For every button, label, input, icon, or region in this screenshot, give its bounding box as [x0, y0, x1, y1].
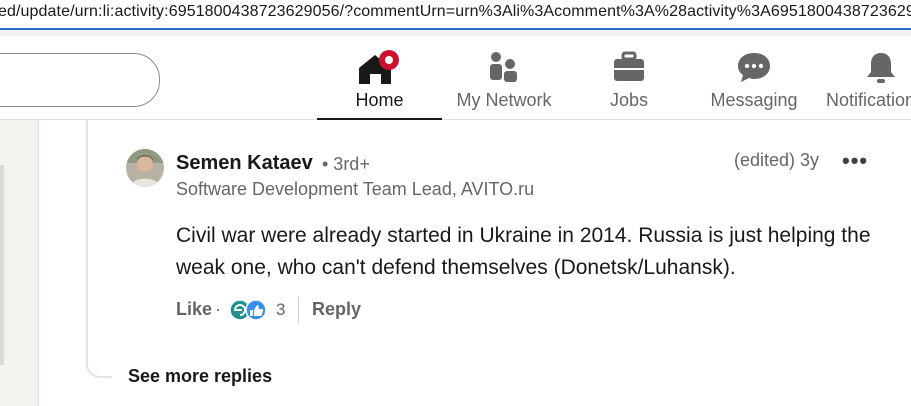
see-more-replies-button[interactable]: See more replies	[128, 366, 272, 387]
comment-author[interactable]: Semen Kataev	[176, 152, 313, 175]
thread-line	[86, 120, 88, 368]
separator-dot: ·	[215, 299, 221, 319]
global-nav: Home My Network Jobs Messaging Notificat…	[0, 36, 911, 121]
nav-notifications-label: Notifications	[826, 90, 911, 110]
left-rail-edge	[0, 165, 4, 365]
people-icon	[486, 50, 522, 89]
nav-jobs[interactable]: Jobs	[580, 36, 678, 120]
nav-messaging-label: Messaging	[710, 90, 798, 110]
bell-icon	[864, 50, 898, 91]
search-input[interactable]	[0, 53, 160, 107]
avatar[interactable]	[126, 149, 164, 187]
reply-button[interactable]: Reply	[312, 299, 361, 320]
nav-notifications[interactable]: Notifications	[826, 36, 911, 120]
comment-text: Civil war were already started in Ukrain…	[176, 224, 871, 279]
comment-timestamp: (edited) 3y	[734, 150, 820, 170]
action-divider	[298, 297, 299, 323]
address-bar[interactable]: ed/update/urn:li:activity:69518004387236…	[0, 0, 911, 30]
thread-curve	[86, 350, 112, 378]
like-button[interactable]: Like	[176, 299, 212, 320]
left-rail	[0, 120, 38, 406]
nav-messaging[interactable]: Messaging	[700, 36, 808, 120]
more-options-button[interactable]: •••	[842, 148, 868, 174]
chat-icon	[735, 50, 773, 89]
author-headline: Software Development Team Lead, AVITO.ru	[176, 179, 535, 199]
nav-home[interactable]: Home	[317, 36, 442, 121]
connection-degree: • 3rd+	[322, 154, 370, 174]
home-icon	[355, 50, 405, 93]
url-text[interactable]: ed/update/urn:li:activity:69518004387236…	[0, 3, 911, 21]
briefcase-icon	[611, 50, 647, 89]
nav-my-network[interactable]: My Network	[444, 36, 564, 120]
reaction-count[interactable]: 3	[276, 300, 285, 320]
nav-home-label: Home	[355, 90, 404, 110]
reactions-icons[interactable]	[228, 298, 272, 322]
nav-my-network-label: My Network	[456, 90, 552, 110]
nav-jobs-label: Jobs	[609, 90, 649, 110]
